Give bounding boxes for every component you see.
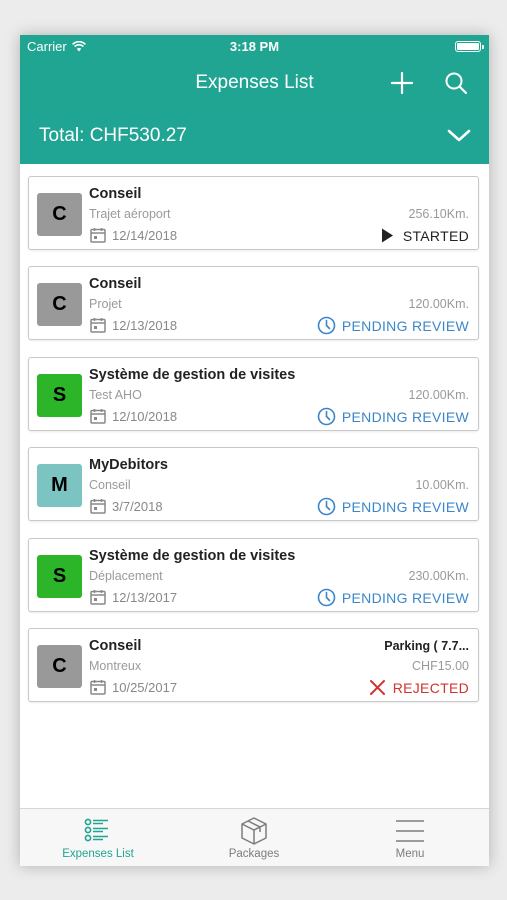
expense-title: Conseil <box>89 186 142 202</box>
expense-date: 10/25/2017 <box>89 678 177 696</box>
page-title: Expenses List <box>195 72 314 93</box>
avatar: C <box>37 193 82 236</box>
avatar-initial: C <box>52 293 67 315</box>
expense-amount: 120.00Km. <box>408 388 469 402</box>
expense-subtitle: Trajet aéroport <box>89 207 171 221</box>
avatar: C <box>37 645 82 688</box>
status-text: STARTED <box>402 227 469 244</box>
clock-icon <box>317 588 336 607</box>
tab-expenses-list[interactable]: Expenses List <box>20 809 176 866</box>
calendar-icon <box>90 318 106 333</box>
expense-subtitle: Test AHO <box>89 388 142 402</box>
package-icon <box>241 817 267 845</box>
expense-title: Conseil <box>89 276 142 292</box>
status-badge: PENDING REVIEW <box>317 407 469 426</box>
total-bar[interactable]: Total: CHF530.27 <box>20 108 489 164</box>
tab-packages[interactable]: Packages <box>176 809 332 866</box>
status-badge: REJECTED <box>368 678 469 697</box>
expense-category: Parking ( 7.7... <box>384 639 469 653</box>
avatar-initial: C <box>52 203 67 225</box>
expense-amount: CHF15.00 <box>412 659 469 673</box>
battery-icon <box>455 41 484 52</box>
expense-date: 12/13/2017 <box>89 588 177 606</box>
avatar-initial: C <box>52 655 67 677</box>
avatar: M <box>37 464 82 507</box>
status-text: REJECTED <box>392 679 469 696</box>
avatar: C <box>37 283 82 326</box>
play-icon <box>381 228 393 243</box>
expense-amount: 120.00Km. <box>408 297 469 311</box>
status-badge: PENDING REVIEW <box>317 316 469 335</box>
list-icon <box>84 818 108 842</box>
status-text: PENDING REVIEW <box>341 589 469 606</box>
x-icon <box>369 680 385 695</box>
expense-card[interactable]: S Système de gestion de visites Déplacem… <box>28 538 479 612</box>
expense-date: 12/10/2018 <box>89 407 177 425</box>
tab-label: Packages <box>228 848 280 860</box>
menu-icon <box>396 820 424 842</box>
status-text: PENDING REVIEW <box>341 408 469 425</box>
expense-date-text: 12/10/2018 <box>112 408 178 424</box>
phone-screen: Carrier 3:18 PM Expenses List Total: CHF… <box>20 35 489 866</box>
expense-card[interactable]: C Conseil Projet 12/13/2018 120.00Km. PE… <box>28 266 479 340</box>
clock-icon <box>317 407 336 426</box>
expense-date-text: 10/25/2017 <box>112 679 178 695</box>
tab-label: Expenses List <box>62 848 134 860</box>
expense-date-text: 12/13/2017 <box>112 589 178 605</box>
expense-card[interactable]: M MyDebitors Conseil 3/7/2018 10.00Km. P… <box>28 447 479 521</box>
expense-date-text: 3/7/2018 <box>112 498 163 514</box>
expense-date-text: 12/14/2018 <box>112 227 178 243</box>
total-amount: Total: CHF530.27 <box>39 125 187 146</box>
expense-title: Système de gestion de visites <box>89 548 296 564</box>
avatar: S <box>37 555 82 598</box>
plus-icon[interactable] <box>388 69 416 97</box>
tab-label: Menu <box>395 848 425 860</box>
expense-amount: 10.00Km. <box>415 478 469 492</box>
status-text: PENDING REVIEW <box>341 498 469 515</box>
expense-title: MyDebitors <box>89 457 168 473</box>
expense-title: Conseil <box>89 638 142 654</box>
expense-amount: 230.00Km. <box>408 569 469 583</box>
status-bar: Carrier 3:18 PM <box>20 35 489 59</box>
clock-icon <box>317 497 336 516</box>
status-badge: PENDING REVIEW <box>317 588 469 607</box>
expense-subtitle: Montreux <box>89 659 142 673</box>
expense-card[interactable]: S Système de gestion de visites Test AHO… <box>28 357 479 431</box>
expense-subtitle: Conseil <box>89 478 131 492</box>
search-icon[interactable] <box>442 69 470 97</box>
calendar-icon <box>90 228 106 243</box>
clock-icon <box>317 316 336 335</box>
calendar-icon <box>90 680 106 695</box>
expense-date: 3/7/2018 <box>89 497 163 515</box>
status-text: PENDING REVIEW <box>341 317 469 334</box>
avatar-initial: S <box>52 384 67 406</box>
nav-bar: Expenses List <box>20 59 489 108</box>
status-badge: STARTED <box>378 226 469 245</box>
tab-bar: Expenses List Packages Menu <box>20 808 489 866</box>
avatar: S <box>37 374 82 417</box>
expense-date: 12/14/2018 <box>89 226 177 244</box>
expense-date-text: 12/13/2018 <box>112 317 178 333</box>
expense-card[interactable]: C Conseil Trajet aéroport 12/14/2018 256… <box>28 176 479 250</box>
status-badge: PENDING REVIEW <box>317 497 469 516</box>
calendar-icon <box>90 499 106 514</box>
calendar-icon <box>90 409 106 424</box>
calendar-icon <box>90 590 106 605</box>
expense-amount: 256.10Km. <box>408 207 469 221</box>
expense-subtitle: Projet <box>89 297 122 311</box>
avatar-initial: S <box>52 565 67 587</box>
expense-date: 12/13/2018 <box>89 316 177 334</box>
avatar-initial: M <box>51 474 68 496</box>
clock: 3:18 PM <box>229 39 280 54</box>
expense-title: Système de gestion de visites <box>89 367 296 383</box>
expense-subtitle: Déplacement <box>89 569 163 583</box>
tab-menu[interactable]: Menu <box>332 809 488 866</box>
chevron-down-icon[interactable] <box>446 124 472 148</box>
expense-card[interactable]: C Conseil Montreux 10/25/2017 Parking ( … <box>28 628 479 702</box>
